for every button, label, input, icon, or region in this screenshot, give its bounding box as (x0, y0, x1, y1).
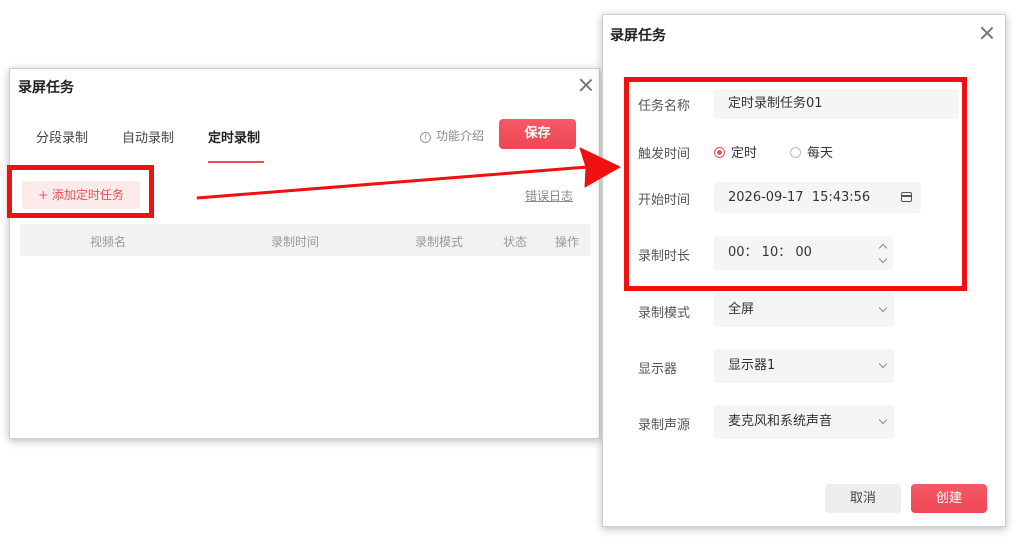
annotation-arrow (196, 147, 621, 200)
